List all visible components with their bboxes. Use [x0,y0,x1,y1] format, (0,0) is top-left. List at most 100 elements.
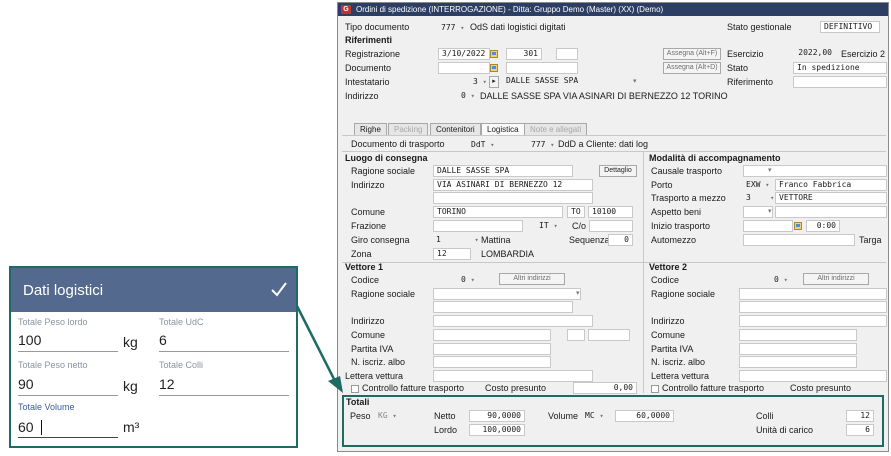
registrazione-date-field[interactable]: 3/10/2022 [438,48,490,60]
cap-field[interactable]: 10100 [588,206,633,218]
vettore1-comune-label: Comune [351,330,386,340]
vettore2-codice-select[interactable]: 0 ▾ [774,274,788,286]
colli-underline [159,395,289,396]
udc-input[interactable]: 6 [159,332,167,348]
indirizzo-consegna-field[interactable]: VIA ASINARI DI BERNEZZO 12 [433,179,593,191]
vettore1-cap-field[interactable] [588,329,630,341]
peso-lordo-input[interactable]: 100 [18,332,41,348]
colli-field[interactable]: 12 [846,410,874,422]
totali-heading: Totali [346,397,370,407]
esercizio-field[interactable]: 2022,00 [793,48,835,60]
ragione-sociale-field[interactable]: DALLE SASSE SPA [433,165,573,177]
vettore2-ragione-sociale-field[interactable] [739,288,887,300]
registrazione-suffix-field[interactable] [556,48,578,60]
volume-input[interactable]: 60 [18,419,34,435]
vettore2-lettera-vettura-field[interactable] [739,370,887,382]
documento-date-field[interactable] [438,62,490,74]
tipo-documento-select[interactable]: 777 ▾ [441,22,465,34]
documento-number-field[interactable] [506,62,578,74]
chevron-down-icon[interactable]: ▾ [576,289,580,297]
tab-contenitori[interactable]: Contenitori [430,123,481,135]
vettore1-comune-field[interactable] [433,329,551,341]
assegna-f-button[interactable]: Assegna (Alt+F) [663,48,721,60]
vettore1-codice-select[interactable]: 0 ▾ [461,274,475,286]
vettore2-controllo-fatture-checkbox[interactable] [651,385,659,393]
vettore2-altri-indirizzi-button[interactable]: Altri indirizzi [803,273,869,285]
vettore1-costo-presunto-field[interactable]: 0,00 [573,382,637,394]
frazione-field[interactable] [433,220,523,232]
lordo-field[interactable]: 100,0000 [469,424,525,436]
intestatario-name-field[interactable]: DALLE SASSE SPA [503,76,638,88]
colli-label: Totale Colli [159,360,204,370]
vettore2-partita-iva-field[interactable] [739,343,857,355]
colli-input[interactable]: 12 [159,376,175,392]
vettore2-ragione-sociale-field-2[interactable] [739,301,887,313]
vettore1-iscriz-albo-field[interactable] [433,356,551,368]
vettore1-provincia-field[interactable] [567,329,585,341]
doc-trasporto-label: Documento di trasporto [351,139,445,149]
zona-label: Zona [351,249,372,259]
inizio-trasporto-time-field[interactable]: 0:00 [806,220,840,232]
netto-field[interactable]: 90,0000 [469,410,525,422]
tipo-documento-desc: OdS dati logistici digitati [470,22,566,32]
volume-field[interactable]: 60,0000 [615,410,674,422]
doc-trasporto-type-select[interactable]: DdT ▾ [471,139,495,151]
chevron-down-icon[interactable]: ▾ [768,207,772,215]
tab-note-allegati[interactable]: Note e allegati [524,123,588,135]
causale-trasporto-field[interactable] [743,165,887,177]
trasporto-mezzo-select[interactable]: 3 ▾ [746,192,774,204]
stato-gestionale-field[interactable]: DEFINITIVO [820,21,880,33]
calendar-icon[interactable] [490,50,498,58]
vettore2-indirizzo-field[interactable] [739,315,887,327]
nazione-select[interactable]: IT ▾ [539,220,558,232]
vettore1-controllo-fatture-checkbox[interactable] [351,385,359,393]
doc-trasporto-code-select[interactable]: 777 ▾ [531,139,555,151]
calendar-icon[interactable] [490,64,498,72]
tab-righe[interactable]: Righe [354,123,387,135]
stato-field[interactable]: In spedizione [793,62,887,74]
vettore1-partita-iva-label: Partita IVA [351,344,394,354]
vettore1-ragione-sociale-field[interactable] [433,288,581,300]
indirizzo-consegna-field-2[interactable] [433,192,593,204]
indirizzo-code-select[interactable]: 0 ▾ [461,90,475,102]
zona-code-field[interactable]: 12 [433,248,471,260]
porto-desc-field[interactable]: Franco Fabbrica [775,179,887,191]
peso-netto-input[interactable]: 90 [18,376,34,392]
co-field[interactable] [589,220,633,232]
intestatario-code-select[interactable]: 3 ▾ [473,76,487,88]
riferimento-field[interactable] [793,76,887,88]
aspetto-beni-desc-field[interactable] [775,206,887,218]
vettore1-lettera-vettura-field[interactable] [433,370,593,382]
tab-packing[interactable]: Packing [388,123,429,135]
riferimento-label: Riferimento [727,77,774,87]
tab-logistica[interactable]: Logistica [481,123,525,135]
peso-unit-select[interactable]: KG ▾ [378,410,397,422]
sequenza-field[interactable]: 0 [608,234,633,246]
trasporto-mezzo-desc-field[interactable]: VETTORE [775,192,887,204]
chevron-down-icon[interactable]: ▾ [768,166,772,174]
porto-select[interactable]: EXW ▾ [746,179,770,191]
giro-consegna-select[interactable]: 1 ▾ [436,234,479,246]
vettore1-altri-indirizzi-button[interactable]: Altri indirizzi [499,273,565,285]
play-arrow-icon[interactable]: ▸ [489,76,499,88]
volume-label: Volume [548,411,579,421]
sequenza-label: Sequenza [569,235,610,245]
calendar-icon[interactable] [794,222,802,230]
chevron-down-icon[interactable]: ▾ [633,77,637,85]
vettore1-partita-iva-field[interactable] [433,343,551,355]
vettore2-iscriz-albo-field[interactable] [739,356,857,368]
inizio-trasporto-date-field[interactable] [743,220,793,232]
provincia-field[interactable]: TO [567,206,585,218]
dettaglio-button[interactable]: Dettaglio [599,165,637,177]
indirizzo-value: DALLE SASSE SPA VIA ASINARI DI BERNEZZO … [480,91,728,101]
comune-field[interactable]: TORINO [433,206,563,218]
volume-unit-select[interactable]: MC ▾ [585,410,604,422]
vettore2-comune-field[interactable] [739,329,857,341]
vettore1-ragione-sociale-field-2[interactable] [433,301,573,313]
vettore1-indirizzo-field[interactable] [433,315,593,327]
check-icon[interactable] [269,278,289,300]
udc-field[interactable]: 6 [846,424,874,436]
automezzo-field[interactable] [743,234,855,246]
registrazione-number-field[interactable]: 301 [506,48,542,60]
assegna-d-button[interactable]: Assegna (Alt+D) [663,62,721,74]
